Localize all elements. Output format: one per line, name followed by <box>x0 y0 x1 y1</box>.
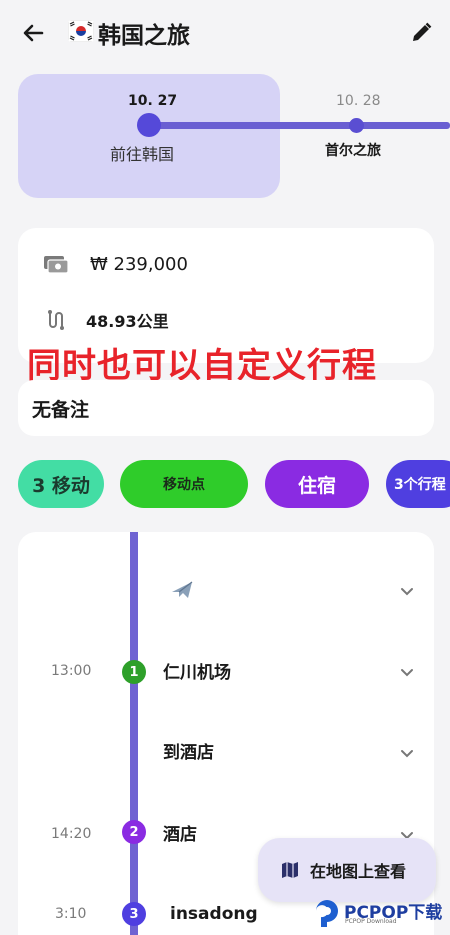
cost-value: ₩ 239,000 <box>90 254 188 275</box>
map-icon <box>280 860 300 880</box>
day-timeline-line <box>148 122 450 129</box>
day-dot-1 <box>137 113 161 137</box>
day-date-1: 10. 27 <box>128 93 178 109</box>
note-text: 无备注 <box>32 399 90 421</box>
distance-value: 48.93公里 <box>86 312 169 331</box>
row-name-3[interactable]: 酒店 <box>163 820 197 845</box>
page-title: 韩国之旅 <box>98 23 190 49</box>
schedule-timeline-line <box>130 532 138 935</box>
back-arrow-icon[interactable] <box>18 20 48 46</box>
row-time-4: 3:10 <box>55 906 87 922</box>
money-icon <box>42 253 70 275</box>
row-badge-1: 1 <box>122 660 146 684</box>
chip-stay[interactable]: 住宿 <box>265 460 369 508</box>
day-name-1: 前往韩国 <box>110 145 175 164</box>
korea-flag-icon <box>68 20 94 42</box>
row-time-1: 13:00 <box>51 663 92 679</box>
view-on-map-label: 在地图上查看 <box>310 862 407 881</box>
row-badge-3: 2 <box>122 820 146 844</box>
chevron-down-icon[interactable] <box>398 744 416 762</box>
pcpop-logo-icon <box>312 893 342 927</box>
airplane-icon <box>170 578 194 602</box>
chevron-down-icon[interactable] <box>398 582 416 600</box>
chip-spot[interactable]: 移动点 <box>120 460 248 508</box>
row-name-1[interactable]: 仁川机场 <box>163 658 231 683</box>
day-dot-2[interactable] <box>349 118 364 133</box>
day-date-2[interactable]: 10. 28 <box>336 93 381 109</box>
chip-plan[interactable]: 3个行程 <box>386 460 450 508</box>
chevron-down-icon[interactable] <box>398 663 416 681</box>
row-name-4[interactable]: insadong <box>170 904 258 924</box>
pencil-icon[interactable] <box>408 20 434 46</box>
route-icon <box>44 308 68 332</box>
row-name-2[interactable]: 到酒店 <box>163 738 214 763</box>
row-time-3: 14:20 <box>51 826 92 842</box>
chip-move[interactable]: 3 移动 <box>18 460 104 508</box>
row-badge-4: 3 <box>122 902 146 926</box>
watermark-sub: PCPOP Download <box>345 918 397 925</box>
view-on-map-button[interactable]: 在地图上查看 <box>258 838 436 902</box>
day-name-2[interactable]: 首尔之旅 <box>325 140 381 160</box>
